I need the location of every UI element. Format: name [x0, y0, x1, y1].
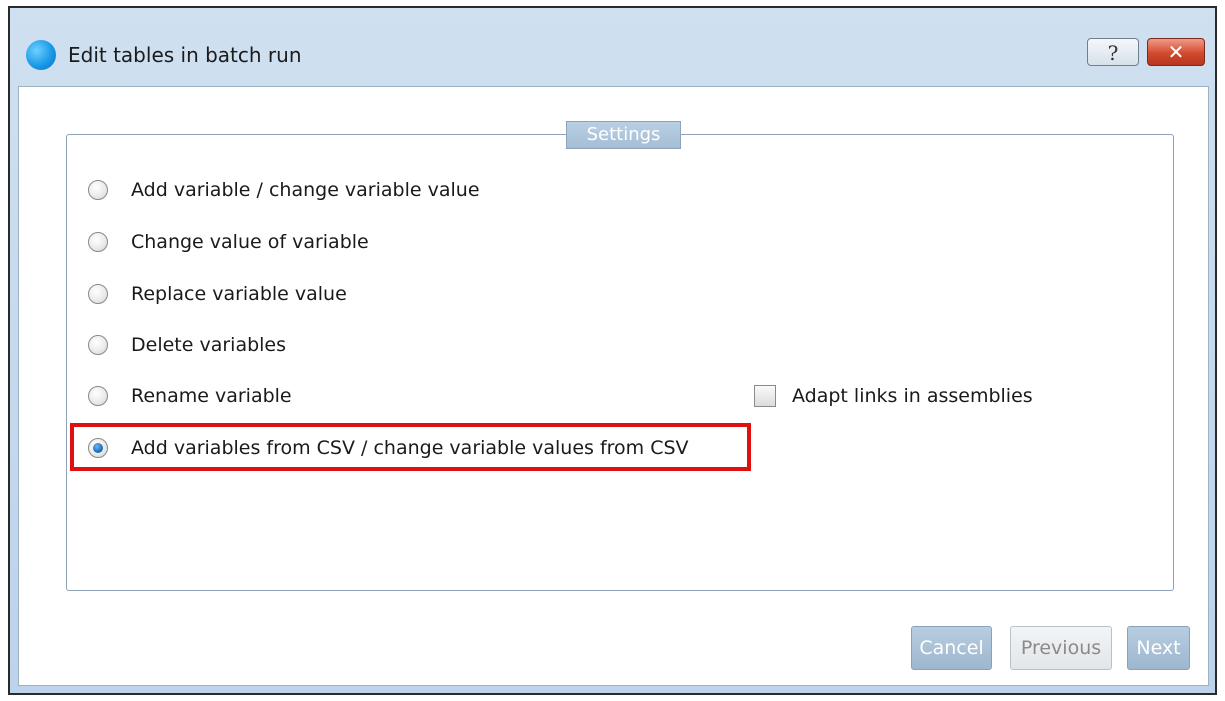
adapt-links-checkbox[interactable]: [754, 385, 776, 407]
previous-button[interactable]: Previous: [1010, 626, 1112, 670]
option-label: Replace variable value: [131, 283, 347, 305]
option-rename-variable[interactable]: Rename variable: [88, 381, 292, 411]
radio-replace-value[interactable]: [88, 284, 108, 304]
option-label: Delete variables: [131, 334, 287, 356]
option-change-value[interactable]: Change value of variable: [88, 227, 369, 257]
close-button[interactable]: ✕: [1147, 38, 1205, 66]
app-icon: [26, 40, 56, 70]
option-label: Change value of variable: [131, 231, 369, 253]
highlight-box: [70, 423, 751, 471]
title-bar: Edit tables in batch run ? ✕: [10, 8, 1215, 88]
option-label: Rename variable: [131, 385, 292, 407]
radio-add-variable[interactable]: [88, 180, 108, 200]
option-replace-value[interactable]: Replace variable value: [88, 279, 347, 309]
window-title: Edit tables in batch run: [68, 43, 302, 67]
settings-legend: Settings: [566, 121, 681, 149]
radio-change-value[interactable]: [88, 232, 108, 252]
close-icon: ✕: [1167, 40, 1185, 64]
adapt-links-label: Adapt links in assemblies: [792, 385, 1033, 407]
adapt-links-option[interactable]: Adapt links in assemblies: [754, 381, 1033, 411]
radio-rename-variable[interactable]: [88, 386, 108, 406]
next-button[interactable]: Next: [1127, 626, 1190, 670]
option-delete-variables[interactable]: Delete variables: [88, 330, 286, 360]
cancel-button[interactable]: Cancel: [911, 626, 992, 670]
radio-delete-variables[interactable]: [88, 335, 108, 355]
option-label: Add variable / change variable value: [131, 179, 480, 201]
option-add-variable[interactable]: Add variable / change variable value: [88, 175, 480, 205]
help-button[interactable]: ?: [1087, 38, 1139, 66]
